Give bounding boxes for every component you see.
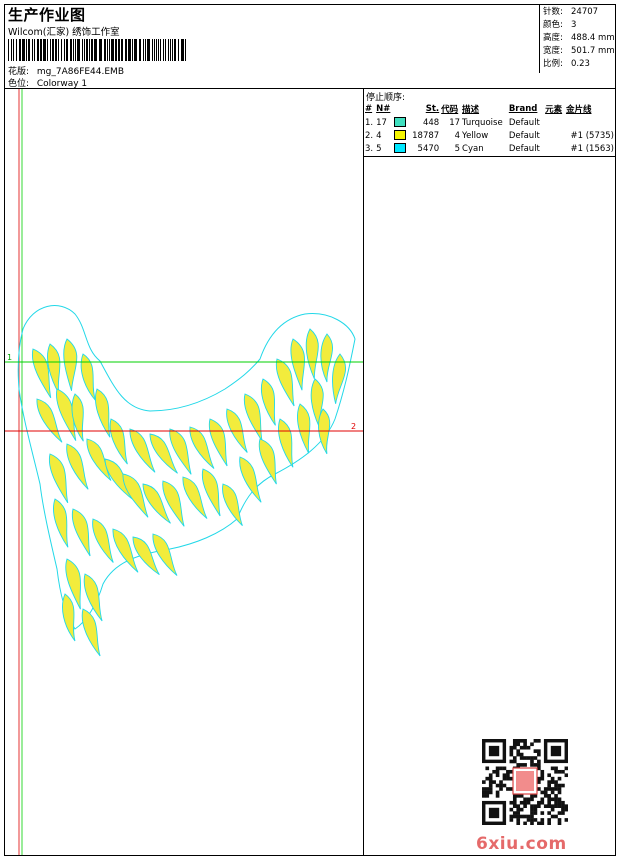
col-code: N# — [376, 104, 391, 114]
col-thread: 金片线 — [565, 105, 592, 115]
design-leaves — [17, 305, 356, 657]
qr-code-icon — [482, 739, 568, 825]
design-leaf — [305, 328, 319, 379]
design-preview[interactable]: 1 2 — [5, 89, 363, 855]
stop-sequence-panel: 停止顺序: # N# St. 代码 描述 Brand 元素 金片线 1. 17 … — [363, 89, 615, 855]
color-swatch — [393, 130, 406, 141]
company-name: Wilcom(汇家) 绣饰工作室 — [8, 27, 120, 38]
col-stitches: St. — [425, 104, 440, 114]
guide-label-2: 2 — [351, 422, 356, 431]
col-desc: 描述 — [462, 105, 480, 115]
design-leaf — [332, 353, 346, 404]
col-brand: Brand — [508, 104, 538, 114]
col-num: # — [365, 104, 373, 114]
design-leaf — [109, 418, 128, 465]
production-worksheet: 生产作业图 Wilcom(汇家) 绣饰工作室 花版: mg_7A86FE44.E… — [4, 4, 616, 856]
design-leaf — [63, 338, 78, 391]
design-leaf — [260, 378, 276, 426]
design-stats: 针数: 24707 颜色: 3 高度: 488.4 mm 宽度: 501.7 mm 比例… — [539, 5, 617, 73]
table-row: 2. 4 18787 4 Yellow Default #1 (5735) — [365, 130, 614, 141]
guide-label-1: 1 — [7, 353, 12, 362]
design-leaf — [278, 418, 294, 468]
barcode-icon — [8, 39, 186, 61]
col-element: 元素 — [545, 105, 563, 115]
design-leaf — [53, 498, 69, 548]
sequence-divider — [364, 156, 615, 157]
col-code2: 代码 — [441, 105, 459, 115]
stat-width: 宽度: 501.7 mm — [543, 46, 615, 56]
design-leaf — [258, 438, 277, 485]
design-leaf — [320, 333, 333, 383]
design-leaf — [239, 456, 262, 503]
table-row: 3. 5 5470 5 Cyan Default #1 (1563) — [365, 143, 614, 154]
embroidery-design-canvas: 1 2 — [5, 89, 363, 855]
design-leaf — [81, 608, 101, 657]
sheet-title: 生产作业图 — [8, 6, 86, 24]
table-row: 1. 17 448 17 Turquoise Default — [365, 117, 540, 128]
design-leaf — [152, 533, 178, 576]
stat-stitches: 针数: 24707 — [543, 7, 599, 17]
design-leaf — [297, 403, 311, 454]
stat-height: 高度: 488.4 mm — [543, 33, 615, 43]
color-swatch — [393, 143, 406, 154]
stop-sequence-table: # N# St. 代码 描述 Brand 元素 金片线 1. 17 448 17… — [364, 102, 615, 155]
stat-scale: 比例: 0.23 — [543, 59, 590, 69]
watermark-text: 6xiu.com — [476, 834, 567, 854]
color-swatch — [393, 117, 406, 128]
col-swatch — [393, 102, 408, 116]
stat-colors: 颜色: 3 — [543, 20, 577, 30]
